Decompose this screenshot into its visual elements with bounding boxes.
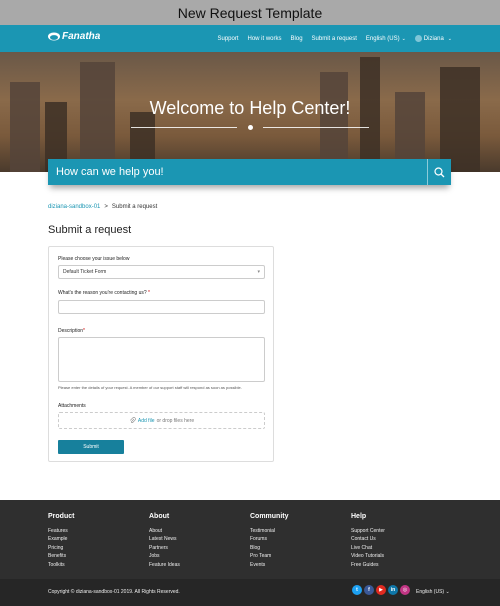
footer-link[interactable]: Events	[250, 561, 289, 569]
footer-language-selector[interactable]: English (US) ⌄	[416, 589, 450, 595]
footer-link[interactable]: Toolkits	[48, 561, 74, 569]
reason-label-text: What's the reason you're contacting us?	[58, 290, 147, 296]
hero-building	[440, 67, 480, 172]
footer-link[interactable]: Free Guides	[351, 561, 385, 569]
social-links: t f ▶ in ◎	[352, 585, 410, 595]
facebook-icon[interactable]: f	[364, 585, 374, 595]
top-navbar: Fanatha Support How it works Blog Submit…	[0, 25, 500, 52]
user-name: Diziana	[423, 35, 444, 42]
footer-heading: About	[149, 513, 170, 520]
footer-link[interactable]: Blog	[250, 544, 289, 552]
language-label: English (US)	[365, 35, 400, 42]
footer-link[interactable]: Pricing	[48, 544, 74, 552]
footer-column-help: Help Support Center Contact Us Live Chat…	[351, 513, 385, 569]
footer-column-about: About About Latest News Partners Jobs Fe…	[149, 513, 180, 569]
hero-banner: Welcome to Help Center!	[0, 52, 500, 172]
footer-link[interactable]: Forums	[250, 535, 289, 543]
footer-link[interactable]: Live Chat	[351, 544, 385, 552]
footer-link[interactable]: Features	[48, 527, 74, 535]
hero-building	[10, 82, 40, 172]
footer-heading: Help	[351, 513, 367, 520]
search-icon	[434, 166, 445, 177]
breadcrumb: diziana-sandbox-01 > Submit a request	[48, 204, 157, 210]
breadcrumb-home[interactable]: diziana-sandbox-01	[48, 204, 100, 210]
copyright-text: Copyright © diziana-sandbox-01 2019. All…	[48, 589, 180, 595]
search-bar[interactable]: How can we help you!	[48, 159, 451, 185]
footer-link[interactable]: Example	[48, 535, 74, 543]
chevron-down-icon: ⌄	[401, 35, 406, 42]
nav-submit-request[interactable]: Submit a request	[312, 36, 357, 42]
description-label-text: Description	[58, 328, 84, 334]
reason-label: What's the reason you're contacting us? …	[58, 290, 150, 296]
footer-link[interactable]: About	[149, 527, 180, 535]
youtube-icon[interactable]: ▶	[376, 585, 386, 595]
reason-input[interactable]	[58, 300, 265, 314]
footer-link[interactable]: Testimonial	[250, 527, 289, 535]
required-mark: *	[148, 290, 150, 296]
page-title: Submit a request	[48, 224, 132, 236]
twitter-icon[interactable]: t	[352, 585, 362, 595]
avatar	[414, 35, 422, 42]
language-selector[interactable]: English (US) ⌄	[366, 36, 406, 42]
breadcrumb-current: Submit a request	[111, 204, 158, 210]
description-hint: Please enter the details of your request…	[58, 385, 242, 390]
issue-select[interactable]: Default Ticket Form ▾	[58, 265, 265, 279]
paperclip-icon	[129, 417, 136, 424]
drop-files-text: or drop files here	[156, 417, 195, 424]
footer-link[interactable]: Pro Team	[250, 552, 289, 560]
search-button[interactable]	[427, 159, 451, 185]
footer-heading: Community	[250, 513, 289, 520]
footer-link[interactable]: Partners	[149, 544, 180, 552]
footer-column-community: Community Testimonial Forums Blog Pro Te…	[250, 513, 289, 569]
instagram-icon[interactable]: ◎	[400, 585, 410, 595]
nav-support[interactable]: Support	[217, 36, 238, 42]
description-label: Description*	[58, 328, 85, 334]
footer-heading: Product	[48, 513, 75, 520]
breadcrumb-separator: >	[104, 204, 108, 210]
linkedin-icon[interactable]: in	[388, 585, 398, 595]
footer-language-label: English (US)	[416, 589, 445, 595]
hero-title: Welcome to Help Center!	[149, 98, 351, 118]
footer-link[interactable]: Feature Ideas	[149, 561, 180, 569]
footer-link[interactable]: Latest News	[149, 535, 180, 543]
footer-link[interactable]: Contact Us	[351, 535, 385, 543]
chevron-down-icon: ⌄	[445, 589, 450, 595]
footer-link[interactable]: Benefits	[48, 552, 74, 560]
select-arrow-icon: ▾	[257, 269, 260, 275]
submit-button[interactable]: Submit	[58, 440, 124, 454]
issue-label: Please choose your issue below	[58, 256, 130, 262]
request-form: Please choose your issue below Default T…	[48, 246, 274, 462]
hero-building	[320, 72, 348, 172]
hero-divider-dot	[248, 125, 253, 130]
logo-icon	[48, 32, 60, 41]
window-title: New Request Template	[0, 0, 500, 25]
issue-select-value: Default Ticket Form	[63, 269, 107, 275]
chevron-down-icon: ⌄	[447, 35, 452, 42]
add-file-link[interactable]: Add file	[138, 418, 155, 424]
footer-bottom-bar: Copyright © diziana-sandbox-01 2019. All…	[0, 579, 500, 606]
footer-link[interactable]: Video Tutorials	[351, 552, 385, 560]
footer-link[interactable]: Support Center	[351, 527, 385, 535]
footer-link[interactable]: Jobs	[149, 552, 180, 560]
search-input[interactable]: How can we help you!	[56, 166, 164, 178]
nav-how-it-works[interactable]: How it works	[248, 36, 282, 42]
hero-divider	[131, 127, 237, 128]
attachment-dropzone[interactable]: Add file or drop files here	[58, 412, 265, 429]
user-menu[interactable]: Diziana ⌄	[414, 35, 452, 42]
description-textarea[interactable]	[58, 337, 265, 382]
footer-column-product: Product Features Example Pricing Benefit…	[48, 513, 74, 569]
brand-name: Fanatha	[62, 31, 101, 42]
required-mark: *	[83, 328, 85, 334]
attachments-label: Attachments	[58, 403, 86, 409]
hero-divider	[263, 127, 369, 128]
footer: Product Features Example Pricing Benefit…	[0, 500, 500, 579]
nav-blog[interactable]: Blog	[291, 36, 303, 42]
brand-logo[interactable]: Fanatha	[48, 31, 100, 42]
